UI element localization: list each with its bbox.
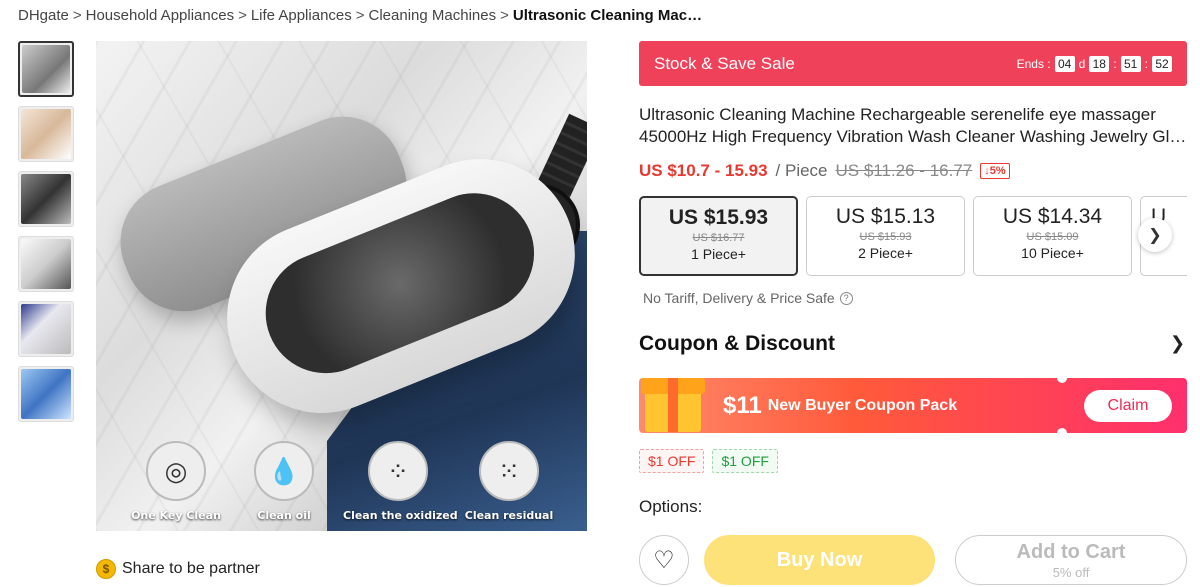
price-tier-2[interactable]: US $15.13 US $15.93 2 Piece+ xyxy=(806,196,965,276)
product-title-line-1: Ultrasonic Cleaning Machine Rechargeable… xyxy=(639,105,1156,124)
options-label: Options: xyxy=(639,497,703,516)
breadcrumb: DHgate > Household Appliances > Life Applian… xyxy=(18,7,702,24)
countdown-colon: : xyxy=(1113,56,1117,71)
help-icon[interactable]: ? xyxy=(839,291,853,305)
coupon-badge[interactable]: $1 OFF xyxy=(712,449,778,473)
share-label: Share to be partner xyxy=(122,560,260,577)
main-product-image[interactable]: ◎ One Key Clean 💧 Clean oil ⁘ Clean the … xyxy=(96,41,587,531)
price-range: US $10.7 - 15.93 xyxy=(639,161,768,180)
countdown-colon: : xyxy=(1144,56,1148,71)
ticket-notch xyxy=(1057,428,1067,438)
thumbnail-2[interactable] xyxy=(18,106,74,162)
coupon-badges: $1 OFF $1 OFF xyxy=(639,449,778,473)
countdown-hours: 18 xyxy=(1089,55,1110,72)
tier-quantity: 1 Piece+ xyxy=(691,246,746,262)
tier-quantity: 10 Piece+ xyxy=(1021,245,1084,261)
thumbnail-list xyxy=(18,41,76,431)
product-title-line-2: 45000Hz High Frequency Vibration Wash Cl… xyxy=(639,127,1187,146)
product-title: Ultrasonic Cleaning Machine Rechargeable… xyxy=(639,104,1187,148)
purchase-actions: ♡ Buy Now Add to Cart 5% off xyxy=(639,535,1187,585)
feature-clean-oil: 💧 Clean oil xyxy=(229,441,339,522)
add-to-cart-discount: 5% off xyxy=(1052,565,1090,580)
tier-price: US $14.34 xyxy=(1002,205,1103,228)
coupon-amount: $11 xyxy=(723,391,762,419)
chevron-right-icon[interactable]: ❯ xyxy=(1138,218,1172,252)
feature-label: One Key Clean xyxy=(131,509,221,522)
price-row: US $10.7 - 15.93 / Piece US $11.26 - 16.… xyxy=(639,161,1010,181)
heart-icon[interactable]: ♡ xyxy=(639,535,689,585)
fingerprint-icon: ◎ xyxy=(146,441,206,501)
thumbnail-5[interactable] xyxy=(18,301,74,357)
coupon-description: New Buyer Coupon Pack xyxy=(767,396,958,414)
feature-clean-residual: ⁙ Clean residual xyxy=(454,441,564,522)
buy-now-button[interactable]: Buy Now xyxy=(704,535,935,585)
add-to-cart-button[interactable]: Add to Cart 5% off xyxy=(955,535,1187,585)
share-partner-link[interactable]: $ Share to be partner xyxy=(96,559,260,579)
thumbnail-3[interactable] xyxy=(18,171,74,227)
thumbnail-1[interactable] xyxy=(18,41,74,97)
dots-icon: ⁘ xyxy=(368,441,428,501)
price-tier-1[interactable]: US $15.93 US $16.77 1 Piece+ xyxy=(639,196,798,276)
countdown-label: Ends : xyxy=(1016,56,1051,71)
breadcrumb-separator: > xyxy=(355,7,365,24)
feature-clean-oxidized: ⁘ Clean the oxidized xyxy=(343,441,458,522)
coupon-section-title: Coupon & Discount xyxy=(639,332,835,355)
original-price: US $11.26 - 16.77 xyxy=(835,161,973,180)
thumbnail-6[interactable] xyxy=(18,366,74,422)
tier-original-price: US $15.09 xyxy=(1026,231,1079,243)
sale-countdown: Ends : 04 d 18 : 51 : 52 xyxy=(1016,55,1172,72)
feature-one-key-clean: ◎ One Key Clean xyxy=(121,441,231,522)
breadcrumb-link-life-appliances[interactable]: Life Appliances xyxy=(251,7,352,24)
breadcrumb-separator: > xyxy=(500,7,509,24)
tier-original-price: US $16.77 xyxy=(692,232,745,244)
feature-label: Clean oil xyxy=(257,509,311,522)
breadcrumb-link-household-appliances[interactable]: Household Appliances xyxy=(86,7,234,24)
breadcrumb-link-cleaning-machines[interactable]: Cleaning Machines xyxy=(369,7,497,24)
breadcrumb-separator: > xyxy=(238,7,247,24)
sale-title: Stock & Save Sale xyxy=(654,53,795,73)
breadcrumb-link-dhgate[interactable]: DHgate xyxy=(18,7,69,24)
thumbnail-4[interactable] xyxy=(18,236,74,292)
countdown-minutes: 51 xyxy=(1120,55,1141,72)
feature-label: Clean the oxidized xyxy=(343,509,458,522)
claim-button[interactable]: Claim xyxy=(1084,389,1172,422)
tier-quantity: 2 Piece+ xyxy=(858,245,913,261)
ticket-notch xyxy=(1057,373,1067,383)
gift-icon xyxy=(639,368,705,432)
countdown-days: 04 xyxy=(1054,55,1075,72)
coupon-badge[interactable]: $1 OFF xyxy=(639,449,705,473)
feature-label: Clean residual xyxy=(464,509,554,522)
chevron-right-icon[interactable]: ❯ xyxy=(1170,333,1185,354)
tariff-safe-notice: No Tariff, Delivery & Price Safe ? xyxy=(643,290,853,306)
countdown-days-unit: d xyxy=(1078,56,1086,71)
coin-icon: $ xyxy=(96,559,116,579)
tier-price: US $15.13 xyxy=(835,205,936,228)
droplet-icon: 💧 xyxy=(254,441,314,501)
safe-label: No Tariff, Delivery & Price Safe xyxy=(643,290,835,306)
discount-badge: ↓5% xyxy=(980,163,1010,179)
price-tier-3[interactable]: US $14.34 US $15.09 10 Piece+ xyxy=(973,196,1132,276)
price-tiers: US $15.93 US $16.77 1 Piece+ US $15.13 U… xyxy=(639,196,1187,278)
breadcrumb-current: Ultrasonic Cleaning Mac… xyxy=(512,7,703,24)
countdown-seconds: 52 xyxy=(1152,55,1172,72)
price-unit: / Piece xyxy=(775,161,828,180)
breadcrumb-separator: > xyxy=(72,7,82,24)
add-to-cart-label: Add to Cart xyxy=(1016,541,1126,563)
sale-banner: Stock & Save Sale Ends : 04 d 18 : 51 : … xyxy=(639,41,1187,86)
tier-original-price: US $15.93 xyxy=(859,231,912,243)
tier-price: US $15.93 xyxy=(668,206,769,229)
coupon-pack-banner[interactable]: $11 New Buyer Coupon Pack Claim xyxy=(639,373,1187,438)
residue-icon: ⁙ xyxy=(479,441,539,501)
